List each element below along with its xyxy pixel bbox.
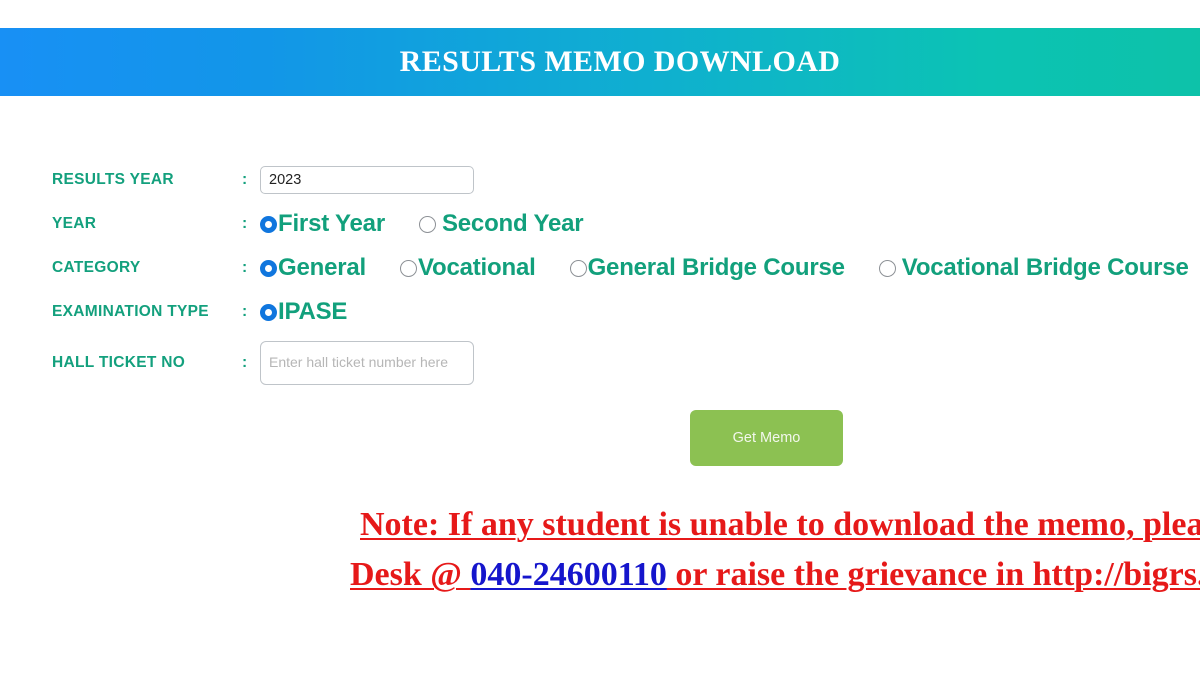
form-row-year: YEAR : First Year Second Year <box>52 202 1200 246</box>
radio-off-icon[interactable] <box>399 259 417 277</box>
actions-row: Get Memo <box>52 410 1200 466</box>
radio-category-general-bridge-course[interactable]: General Bridge Course <box>569 254 845 282</box>
category-label: CATEGORY <box>52 259 141 276</box>
results-year-input[interactable] <box>260 166 474 194</box>
form-row-category: CATEGORY : General Vocational General Br… <box>52 246 1200 290</box>
helpdesk-phone-link[interactable]: 040-24600110 <box>470 556 666 593</box>
year-radio-group: First Year Second Year <box>260 210 584 238</box>
radio-off-icon[interactable] <box>569 259 587 277</box>
note-line-1: Note: If any student is unable to downlo… <box>360 506 1200 543</box>
form-row-examination-type: EXAMINATION TYPE : IPASE <box>52 290 1200 334</box>
get-memo-button[interactable]: Get Memo <box>690 410 843 466</box>
results-year-colon: : <box>242 171 248 188</box>
hall-ticket-no-colon: : <box>242 354 248 371</box>
radio-year-first-year[interactable]: First Year <box>260 210 385 238</box>
radio-category-vocational-bridge-course[interactable]: Vocational Bridge Course <box>878 254 1189 282</box>
radio-label: General Bridge Course <box>587 254 845 281</box>
radio-label: First Year <box>278 210 385 237</box>
radio-label: Second Year <box>441 210 584 237</box>
radio-off-icon[interactable] <box>418 215 436 233</box>
radio-on-icon[interactable] <box>260 259 277 277</box>
note-line-2-suffix: or raise the grievance in http://bigrs.t… <box>666 556 1200 593</box>
examination-type-label: EXAMINATION TYPE <box>52 303 209 320</box>
radio-examination-type-ipase[interactable]: IPASE <box>260 298 347 326</box>
form-row-hall-ticket-no: HALL TICKET NO : <box>52 334 1200 392</box>
hall-ticket-no-label: HALL TICKET NO <box>52 354 186 371</box>
radio-year-second-year[interactable]: Second Year <box>418 210 584 238</box>
radio-category-vocational[interactable]: Vocational <box>399 254 536 282</box>
year-colon: : <box>242 215 248 232</box>
note-block: Note: If any student is unable to downlo… <box>0 500 1200 600</box>
radio-label: Vocational Bridge Course <box>901 254 1189 281</box>
radio-label: Vocational <box>417 254 536 281</box>
year-label: YEAR <box>52 215 97 232</box>
note-line-2: Desk @ 040-24600110 or raise the grievan… <box>350 550 1200 600</box>
examination-type-colon: : <box>242 303 248 320</box>
results-memo-page: RESULTS MEMO DOWNLOAD RESULTS YEAR : YEA… <box>0 0 1200 675</box>
category-colon: : <box>242 259 248 276</box>
top-spacer <box>0 0 1200 28</box>
page-header: RESULTS MEMO DOWNLOAD <box>0 28 1200 96</box>
form-row-results-year: RESULTS YEAR : <box>52 158 1200 202</box>
radio-label: IPASE <box>278 298 348 325</box>
memo-form: RESULTS YEAR : YEAR : First Year Second … <box>0 96 1200 466</box>
radio-on-icon[interactable] <box>260 303 277 321</box>
hall-ticket-no-input[interactable] <box>260 341 474 385</box>
radio-off-icon[interactable] <box>878 259 896 277</box>
page-title: RESULTS MEMO DOWNLOAD <box>399 45 841 78</box>
results-year-label: RESULTS YEAR <box>52 171 174 188</box>
radio-category-general[interactable]: General <box>260 254 366 282</box>
note-line-2-prefix: Desk @ <box>350 556 471 593</box>
examination-type-radio-group: IPASE <box>260 298 347 326</box>
radio-label: General <box>278 254 366 281</box>
radio-on-icon[interactable] <box>260 215 277 233</box>
category-radio-group: General Vocational General Bridge Course… <box>260 254 1189 282</box>
